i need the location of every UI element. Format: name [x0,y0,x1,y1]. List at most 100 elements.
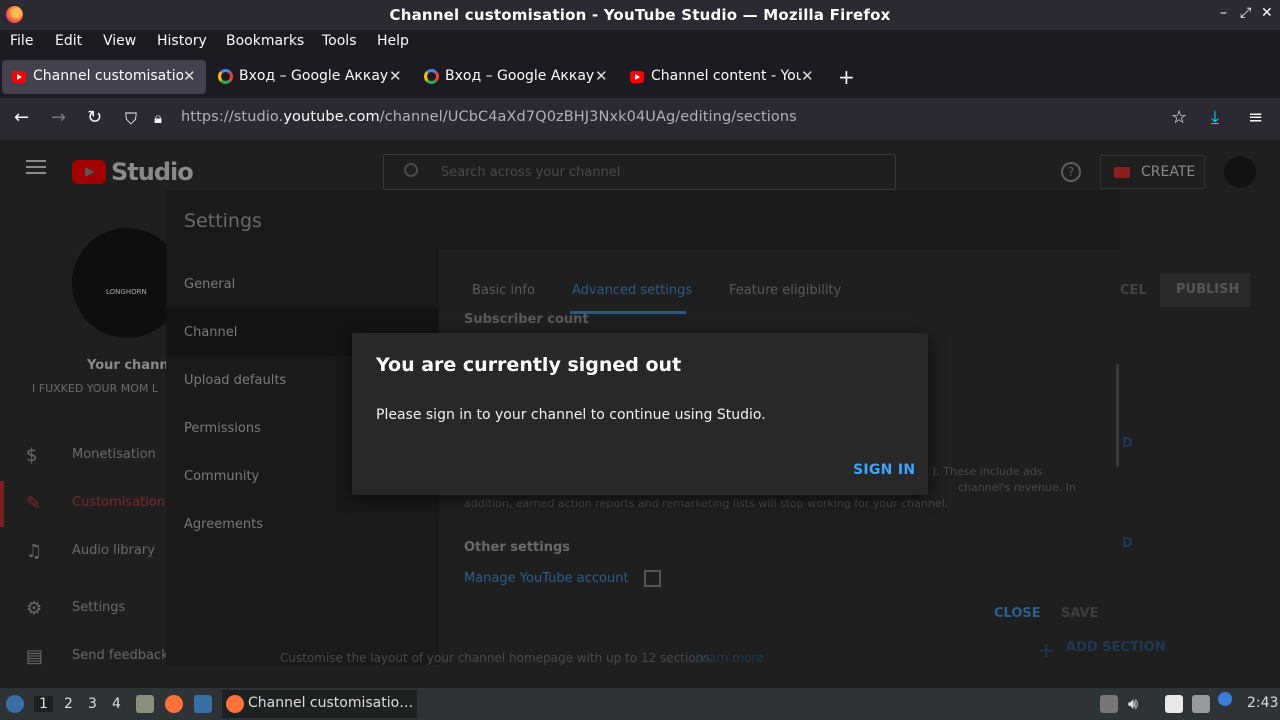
menu-help[interactable]: Help [377,33,409,49]
save-button[interactable]: SAVE [1061,606,1098,621]
learn-more-link[interactable]: Learn more [695,651,763,665]
window-titlebar: Channel customisation - YouTube Studio —… [0,0,1280,30]
menu-bar: File Edit View History Bookmarks Tools H… [0,30,1280,56]
url-domain: youtube.com [283,109,380,125]
tab-channel-content[interactable]: Channel content - You ✕ [620,60,820,94]
hamburger-menu-icon[interactable] [26,166,46,168]
close-button[interactable]: CLOSE [994,606,1041,621]
file-manager-icon[interactable] [136,695,154,713]
workspace-4[interactable]: 4 [112,696,121,712]
tab-channel-customisation[interactable]: Channel customisatio ✕ [2,60,206,94]
clipboard-icon[interactable] [1165,695,1183,713]
url-bar[interactable]: https://studio.youtube.com/channel/UCbC4… [181,109,797,125]
dialog-message: Please sign in to your channel to contin… [376,407,766,423]
menu-history[interactable]: History [157,33,207,49]
network-icon[interactable] [1192,695,1210,713]
maximize-button[interactable]: ⤢ [1240,5,1251,21]
advanced-text-2: channel's revenue. In [958,481,1077,494]
settings-nav-community[interactable]: Community [184,469,259,484]
back-icon[interactable]: ← [14,107,29,128]
firefox-launcher-icon[interactable] [165,695,183,713]
dollar-icon: $ [26,445,38,466]
search-placeholder: Search across your channel [441,165,621,180]
app-menu-icon[interactable]: ≡ [1248,107,1263,128]
footer-text: Customise the layout of your channel hom… [280,651,714,665]
clock: 2:43 [1247,695,1279,711]
sidebar-item-settings[interactable]: Settings [72,600,125,615]
youtube-logo-icon[interactable] [72,160,106,184]
youtube-icon [12,71,26,83]
scrollbar[interactable] [1116,364,1119,467]
close-tab-icon[interactable]: ✕ [183,67,196,85]
avatar-text: LONGHORN [106,288,147,296]
menu-file[interactable]: File [10,33,33,49]
settings-nav-channel[interactable]: Channel [184,325,237,340]
search-input[interactable]: Search across your channel [383,154,896,190]
workspace-1[interactable]: 1 [34,696,53,712]
active-indicator [0,481,4,527]
music-library-icon: ♫ [26,541,43,562]
add-section-button[interactable]: ADD SECTION [1066,640,1166,655]
settings-nav-permissions[interactable]: Permissions [184,421,261,436]
close-tab-icon[interactable]: ✕ [801,67,814,85]
cancel-button-partial[interactable]: CEL [1120,283,1147,298]
tab-feature-eligibility[interactable]: Feature eligibility [729,283,841,298]
google-icon [424,69,439,84]
update-notification-icon[interactable] [1218,692,1232,706]
sign-in-button[interactable]: SIGN IN [853,462,915,478]
studio-logo-text: Studio [111,158,194,186]
tab-basic-info[interactable]: Basic info [472,283,535,298]
tab-google-login-2[interactable]: Вход – Google Аккаун ✕ [414,60,614,94]
tab-google-login-1[interactable]: Вход – Google Аккаун ✕ [208,60,408,94]
taskbar-window-label: Channel customisatio… [248,695,414,711]
new-tab-button[interactable]: + [838,65,855,89]
minimize-button[interactable]: – [1220,5,1227,21]
side-link-partial-2[interactable]: D [1122,536,1133,551]
terminal-icon[interactable] [194,695,212,713]
workspace-2[interactable]: 2 [64,696,73,712]
menu-view[interactable]: View [103,33,136,49]
advanced-text-1: ). These include ads [932,465,1043,478]
side-link-partial-1[interactable]: D [1122,436,1133,451]
reload-icon[interactable]: ↻ [87,107,102,128]
settings-nav-general[interactable]: General [184,277,235,292]
close-window-button[interactable]: ✕ [1261,5,1273,21]
channel-handle: I FUXKED YOUR MOM L [32,382,159,395]
publish-button[interactable]: PUBLISH [1160,273,1250,307]
close-tab-icon[interactable]: ✕ [389,67,402,85]
create-label: CREATE [1141,164,1196,180]
bookmark-star-icon[interactable]: ☆ [1171,107,1187,128]
tab-bar: Channel customisatio ✕ Вход – Google Акк… [0,56,1280,98]
taskbar-window-firefox[interactable]: Channel customisatio… [222,690,417,718]
account-avatar[interactable] [1224,156,1256,188]
lock-icon[interactable]: 🔒︎ [154,109,162,127]
sidebar-item-customisation[interactable]: Customisation [72,495,165,510]
start-menu-icon[interactable] [6,695,24,713]
settings-nav-agreements[interactable]: Agreements [184,517,263,532]
video-camera-icon [1114,167,1130,178]
manage-account-link[interactable]: Manage YouTube account [464,571,629,586]
tab-label: Channel content - You [651,68,801,84]
tray-up-icon[interactable] [1100,695,1118,713]
shield-icon[interactable]: ⛉ [125,109,137,129]
system-taskbar: 1 2 3 4 Channel customisatio… 🔊︎ 2:43 [0,688,1280,720]
forward-icon[interactable]: → [51,107,66,128]
sidebar-item-audio-library[interactable]: Audio library [72,543,155,558]
menu-bookmarks[interactable]: Bookmarks [226,33,304,49]
download-icon[interactable]: ⤓ [1211,107,1219,128]
advanced-text-3: addition, earned action reports and rema… [464,497,949,510]
firefox-icon [226,695,244,713]
menu-tools[interactable]: Tools [322,33,357,49]
settings-nav-upload-defaults[interactable]: Upload defaults [184,373,286,388]
volume-icon[interactable]: 🔊︎ [1128,694,1138,714]
menu-edit[interactable]: Edit [55,33,82,49]
tab-advanced-settings[interactable]: Advanced settings [572,283,692,298]
navigation-bar: ← → ↻ ⛉ 🔒︎ https://studio.youtube.com/ch… [0,98,1280,140]
sidebar-item-send-feedback[interactable]: Send feedback [72,648,169,663]
create-button[interactable]: CREATE [1100,155,1205,189]
close-tab-icon[interactable]: ✕ [595,67,608,85]
help-icon[interactable]: ? [1061,162,1081,182]
workspace-3[interactable]: 3 [88,696,97,712]
sidebar-item-monetisation[interactable]: Monetisation [72,447,156,462]
plus-icon: + [1038,638,1055,662]
